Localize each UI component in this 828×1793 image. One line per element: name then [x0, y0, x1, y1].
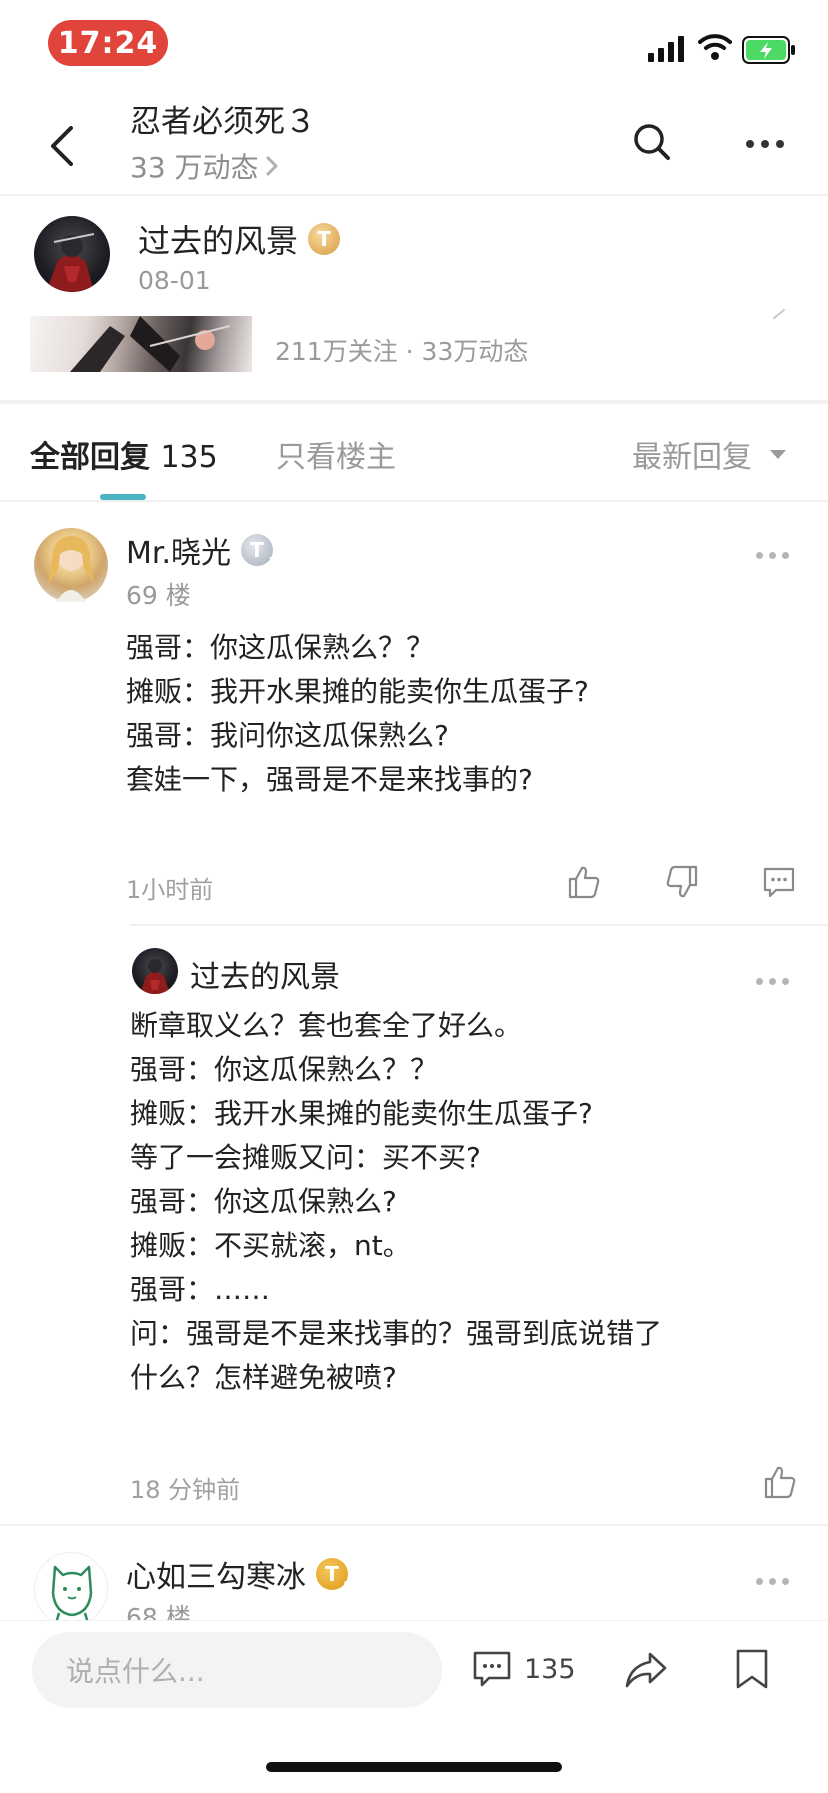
comment-line: 强哥：我问你这瓜保熟么? — [126, 719, 449, 752]
comments-button[interactable]: 135 — [472, 1650, 576, 1688]
post-date: 08-01 — [138, 266, 211, 295]
forum-title[interactable]: 忍者必须死３ — [130, 96, 316, 141]
post-author[interactable]: 过去的风景 T4 — [138, 216, 344, 262]
reply-line: 断章取义么？套也套全了好么。 — [130, 1009, 523, 1042]
comment-line: 套娃一下，强哥是不是来找事的? — [126, 763, 533, 796]
chevron-down-icon — [770, 449, 786, 459]
avatar[interactable] — [132, 948, 178, 994]
comment-time: 1小时前 — [126, 876, 214, 904]
avatar[interactable] — [34, 528, 108, 602]
badge-letter: T — [325, 1562, 339, 1586]
comment-icon — [472, 1650, 512, 1688]
post-author-name: 过去的风景 — [138, 222, 299, 260]
dislike-button[interactable] — [664, 864, 700, 900]
search-button[interactable] — [632, 122, 676, 166]
sort-label: 最新回复 — [632, 440, 752, 475]
search-icon — [632, 122, 676, 162]
bookmark-icon — [734, 1648, 770, 1690]
comment-line: 摊贩：我开水果摊的能卖你生瓜蛋子? — [126, 675, 589, 708]
reply-line: 强哥：你这瓜保熟么? — [130, 1185, 397, 1218]
reply-line: 等了一会摊贩又问：买不买? — [130, 1141, 481, 1174]
share-icon — [624, 1650, 668, 1690]
comment-author[interactable]: Mr.晓光 T1 — [126, 528, 276, 572]
comment-input[interactable]: 说点什么... — [32, 1632, 442, 1708]
badge-letter: T — [250, 538, 264, 562]
comment-line: 强哥：你这瓜保熟么？？ — [126, 631, 435, 664]
like-icon — [762, 1464, 798, 1500]
reply-more-button[interactable] — [756, 978, 789, 985]
divider — [0, 400, 828, 404]
more-icon — [746, 140, 754, 148]
comment-author-name: 心如三勾寒冰 — [126, 1560, 306, 1595]
level-badge: T1 — [241, 534, 276, 568]
reply-line: 强哥：…… — [130, 1273, 271, 1306]
comment-count: 135 — [524, 1653, 576, 1685]
status-time: 17:24 — [48, 20, 168, 66]
comment-floor: 69 楼 — [126, 581, 191, 610]
forum-subtitle[interactable]: 33 万动态 — [130, 146, 279, 186]
comment-more-button[interactable] — [756, 552, 789, 559]
divider — [0, 500, 828, 502]
home-indicator[interactable] — [266, 1762, 562, 1772]
like-button[interactable] — [762, 1464, 798, 1500]
more-icon — [756, 552, 763, 559]
back-icon — [49, 126, 75, 166]
tab-all-label: 全部回复 — [30, 440, 150, 475]
comment-author-name: Mr.晓光 — [126, 536, 231, 571]
share-button[interactable] — [624, 1650, 668, 1690]
dislike-icon — [664, 864, 700, 900]
divider — [0, 1524, 828, 1526]
reply-icon — [762, 866, 796, 898]
forum-subtitle-text: 33 万动态 — [130, 151, 259, 184]
reply-body: 断章取义么？套也套全了好么。 强哥：你这瓜保熟么？？ 摊贩：我开水果摊的能卖你生… — [130, 1004, 790, 1400]
battery-icon — [742, 36, 796, 64]
tab-all-count: 135 — [160, 440, 218, 475]
tab-all-replies[interactable]: 全部回复 135 — [30, 432, 218, 476]
comment-author[interactable]: 心如三勾寒冰 T8 — [126, 1552, 351, 1596]
more-button[interactable] — [740, 122, 790, 166]
avatar[interactable] — [34, 1552, 108, 1626]
forum-stats: 211万关注 · 33万动态 — [275, 337, 529, 366]
chevron-right-icon — [265, 155, 279, 177]
back-button[interactable] — [38, 118, 86, 174]
badge-letter: T — [317, 227, 331, 251]
badge-level: 8 — [343, 1579, 351, 1592]
reply-line: 摊贩：我开水果摊的能卖你生瓜蛋子? — [130, 1097, 593, 1130]
reply-line: 什么？怎样避免被喷? — [130, 1361, 397, 1394]
level-badge: T4 — [308, 223, 344, 257]
more-icon — [756, 1578, 763, 1585]
badge-level: 1 — [268, 555, 276, 568]
forum-banner-image[interactable] — [30, 316, 252, 372]
avatar[interactable] — [34, 216, 110, 292]
badge-level: 4 — [335, 244, 344, 257]
like-icon — [566, 864, 602, 900]
like-button[interactable] — [566, 864, 602, 900]
level-badge: T8 — [316, 1558, 351, 1592]
reply-time: 18 分钟前 — [130, 1476, 241, 1504]
divider — [0, 194, 828, 196]
tab-op-only[interactable]: 只看楼主 — [276, 432, 396, 476]
divider — [130, 924, 828, 926]
comment-body: 强哥：你这瓜保熟么？？ 摊贩：我开水果摊的能卖你生瓜蛋子? 强哥：我问你这瓜保熟… — [126, 626, 786, 802]
reply-line: 问：强哥是不是来找事的？强哥到底说错了 — [130, 1317, 663, 1350]
reply-line: 摊贩：不买就滚，nt。 — [130, 1229, 411, 1262]
reply-line: 强哥：你这瓜保熟么？？ — [130, 1053, 439, 1086]
more-icon — [756, 978, 763, 985]
sort-dropdown[interactable]: 最新回复 — [632, 432, 786, 476]
chevron-right-icon — [772, 306, 786, 320]
bookmark-button[interactable] — [734, 1648, 770, 1690]
reply-button[interactable] — [762, 866, 796, 898]
wifi-icon — [698, 32, 732, 62]
comment-more-button[interactable] — [756, 1578, 789, 1585]
reply-author-name[interactable]: 过去的风景 — [190, 952, 340, 996]
signal-icon — [648, 36, 688, 62]
